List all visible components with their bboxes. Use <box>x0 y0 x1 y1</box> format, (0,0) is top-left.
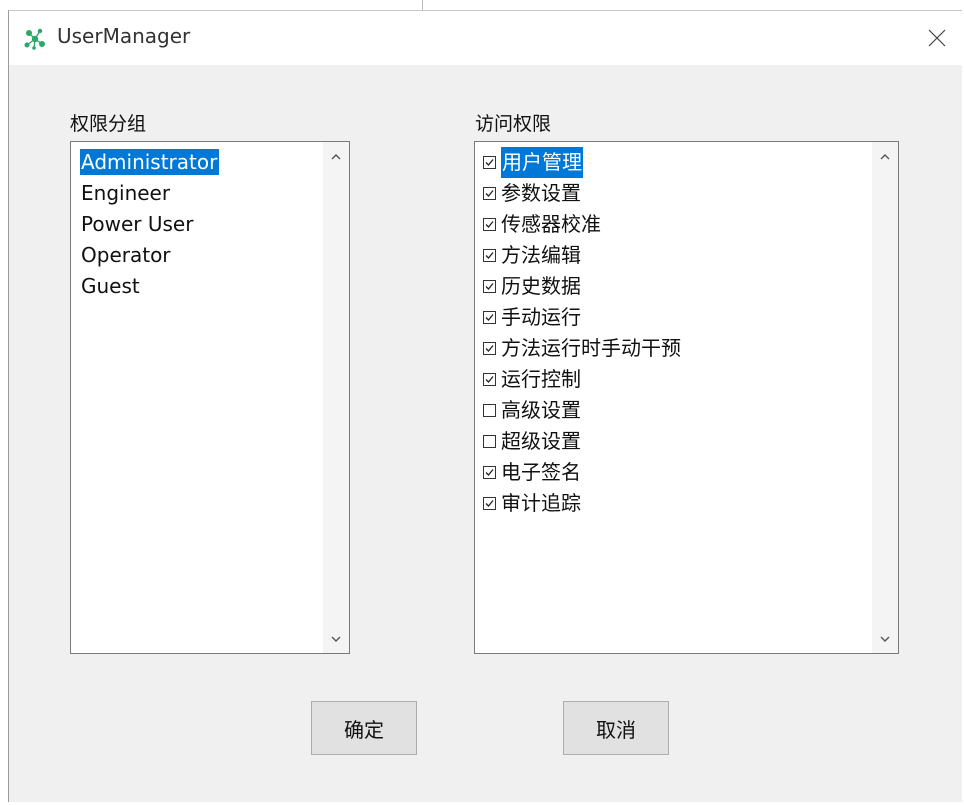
ok-button[interactable]: 确定 <box>311 701 417 755</box>
permissions-list: 用户管理参数设置传感器校准方法编辑历史数据手动运行方法运行时手动干预 运行控制高级… <box>483 147 872 653</box>
groups-scrollbar[interactable] <box>323 142 349 653</box>
checkmark-icon <box>485 469 494 476</box>
permission-checkbox[interactable] <box>483 404 496 417</box>
permission-checkbox[interactable] <box>483 280 496 293</box>
permissions-scrollbar[interactable] <box>872 142 898 653</box>
permission-item[interactable]: 历史数据 <box>483 271 872 302</box>
group-item[interactable]: Engineer <box>76 178 323 209</box>
permission-item[interactable]: 用户管理 <box>483 147 872 178</box>
group-item-label: Administrator <box>80 149 220 175</box>
usermanager-window: UserManager 权限分组 Administrator Engineer Po… <box>8 10 962 802</box>
permission-item-label: 参数设置 <box>501 181 581 205</box>
permission-item[interactable]: 方法运行时手动干预 <box>483 333 872 364</box>
chevron-up-icon <box>331 153 341 159</box>
checkmark-icon <box>485 159 494 166</box>
permission-checkbox[interactable] <box>483 342 496 355</box>
permissions-scroll-up-button[interactable] <box>872 142 898 170</box>
permission-item-label: 运行控制 <box>501 367 581 391</box>
top-edge-mark <box>422 0 423 10</box>
permission-item-label: 方法运行时手动干预 <box>501 336 681 360</box>
groups-label: 权限分组 <box>70 113 147 135</box>
close-icon <box>928 29 946 47</box>
group-item[interactable]: Administrator <box>76 147 323 178</box>
group-item-label: Power User <box>81 212 194 236</box>
groups-list: Administrator Engineer Power User Operator G… <box>76 147 323 653</box>
permission-item-label: 电子签名 <box>501 460 581 484</box>
permission-item[interactable]: 高级设置 <box>483 395 872 426</box>
chevron-down-icon <box>331 636 341 642</box>
chevron-down-icon <box>880 636 890 642</box>
close-button[interactable] <box>912 11 962 65</box>
permission-item-label: 高级设置 <box>501 398 581 422</box>
group-item-label: Guest <box>81 274 140 298</box>
checkmark-icon <box>485 190 494 197</box>
window-title: UserManager <box>57 24 191 48</box>
checkmark-icon <box>485 252 494 259</box>
groups-listbox[interactable]: Administrator Engineer Power User Operator G… <box>70 141 350 654</box>
permission-checkbox[interactable] <box>483 311 496 324</box>
permission-item[interactable]: 运行控制 <box>483 364 872 395</box>
groups-scroll-down-button[interactable] <box>323 625 349 653</box>
group-item-label: Engineer <box>81 181 171 205</box>
permission-item[interactable]: 手动运行 <box>483 302 872 333</box>
permission-checkbox[interactable] <box>483 373 496 386</box>
permission-item[interactable]: 方法编辑 <box>483 240 872 271</box>
permission-item[interactable]: 超级设置 <box>483 426 872 457</box>
checkmark-icon <box>485 345 494 352</box>
title-bar[interactable]: UserManager <box>9 11 962 65</box>
permission-item[interactable]: 参数设置 <box>483 178 872 209</box>
chevron-up-icon <box>880 153 890 159</box>
permission-item-label: 历史数据 <box>501 274 581 298</box>
permission-item-label: 手动运行 <box>501 305 581 329</box>
checkmark-icon <box>485 500 494 507</box>
permission-checkbox[interactable] <box>483 218 496 231</box>
permission-item-label: 审计追踪 <box>501 491 581 515</box>
permissions-label: 访问权限 <box>475 113 552 135</box>
group-item[interactable]: Power User <box>76 209 323 240</box>
checkmark-icon <box>485 221 494 228</box>
group-item[interactable]: Guest <box>76 271 323 302</box>
permission-item-label: 方法编辑 <box>501 243 581 267</box>
group-item-label: Operator <box>81 243 171 267</box>
permission-checkbox[interactable] <box>483 466 496 479</box>
checkmark-icon <box>485 314 494 321</box>
permission-item-label: 超级设置 <box>501 429 581 453</box>
permission-item[interactable]: 审计追踪 <box>483 488 872 519</box>
groups-scroll-up-button[interactable] <box>323 142 349 170</box>
permission-checkbox[interactable] <box>483 249 496 262</box>
permission-checkbox[interactable] <box>483 497 496 510</box>
permission-item[interactable]: 传感器校准 <box>483 209 872 240</box>
permissions-checklist[interactable]: 用户管理参数设置传感器校准方法编辑历史数据手动运行方法运行时手动干预 运行控制高级… <box>474 141 899 654</box>
permission-item-label: 传感器校准 <box>501 212 601 236</box>
cancel-button[interactable]: 取消 <box>563 701 669 755</box>
permission-checkbox[interactable] <box>483 435 496 448</box>
group-item[interactable]: Operator <box>76 240 323 271</box>
permission-item-label: 用户管理 <box>501 147 583 178</box>
app-network-icon <box>24 28 45 50</box>
permissions-scroll-down-button[interactable] <box>872 625 898 653</box>
permission-item[interactable]: 电子签名 <box>483 457 872 488</box>
permission-checkbox[interactable] <box>483 156 496 169</box>
permission-checkbox[interactable] <box>483 187 496 200</box>
checkmark-icon <box>485 283 494 290</box>
checkmark-icon <box>485 376 494 383</box>
